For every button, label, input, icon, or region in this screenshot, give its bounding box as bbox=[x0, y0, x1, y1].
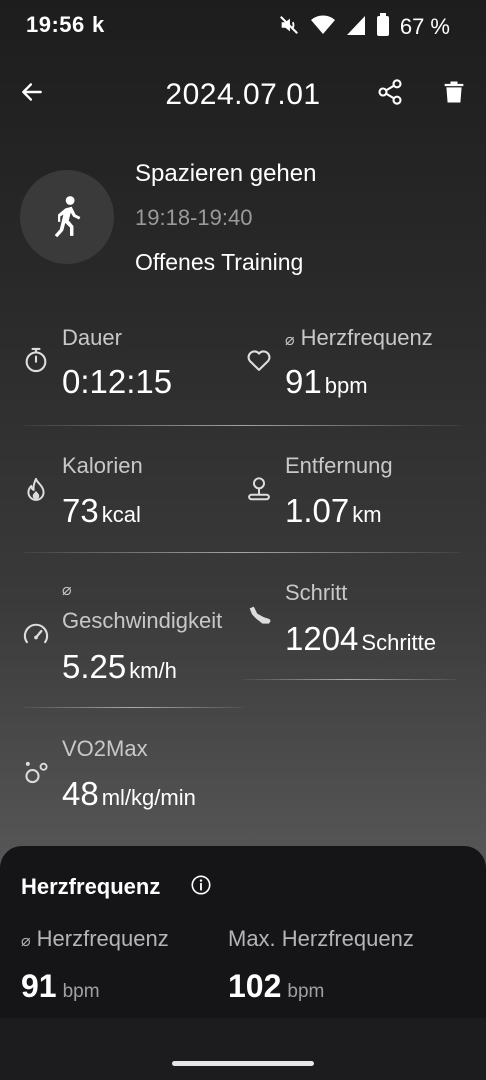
avg-heart-rate-label: ⌀ Herzfrequenz bbox=[285, 325, 433, 350]
app-notification-k-icon: k bbox=[92, 12, 105, 37]
steps-value: 1204 Schritte bbox=[285, 620, 437, 657]
speed-label: Geschwindigkeit bbox=[62, 608, 223, 633]
max-heart-rate-label: Max. Herzfrequenz bbox=[228, 926, 414, 951]
home-indicator[interactable] bbox=[172, 1061, 314, 1066]
heart-icon bbox=[247, 350, 271, 371]
battery-icon bbox=[376, 12, 390, 42]
max-heart-rate-value: 102 bpm bbox=[228, 968, 325, 1004]
vo2max-label: VO2Max bbox=[62, 736, 148, 761]
divider bbox=[24, 425, 460, 426]
sheet-footer bbox=[0, 1018, 486, 1080]
battery-percent: 67 % bbox=[399, 14, 450, 39]
walking-person-icon bbox=[54, 196, 81, 238]
speed-value: 5.25 km/h bbox=[62, 648, 177, 685]
activity-time-range: 19:18-19:40 bbox=[135, 205, 253, 230]
status-time: 19:56 bbox=[26, 12, 85, 37]
heart-rate-card: Herzfrequenz ⌀ Herzfrequenz Max. Herzfreq… bbox=[0, 846, 486, 1080]
distance-value: 1.07 km bbox=[285, 492, 382, 529]
stopwatch-icon bbox=[25, 347, 47, 373]
status-bar: 19:56 k 67 % bbox=[0, 0, 486, 56]
location-pin-icon bbox=[248, 477, 270, 501]
divider bbox=[243, 679, 457, 680]
status-icons: 67 % bbox=[278, 12, 450, 42]
steps-label: Schritt bbox=[285, 580, 348, 605]
share-button[interactable] bbox=[376, 78, 408, 110]
wifi-icon bbox=[310, 14, 336, 41]
avg-heart-rate-value: 91 bpm bbox=[285, 363, 368, 400]
duration-label: Dauer bbox=[62, 325, 122, 350]
divider bbox=[24, 552, 460, 553]
bubbles-icon bbox=[25, 761, 48, 784]
mute-icon bbox=[278, 14, 300, 41]
flame-icon bbox=[27, 477, 45, 501]
page-title: 2024.07.01 bbox=[165, 78, 321, 111]
avg-heart-rate-card-label: ⌀ Herzfrequenz bbox=[21, 926, 169, 951]
speed-prefix: ⌀ bbox=[62, 582, 72, 599]
speedometer-icon bbox=[23, 623, 49, 644]
share-icon bbox=[378, 79, 402, 105]
divider bbox=[24, 707, 243, 708]
calories-label: Kalorien bbox=[62, 453, 143, 478]
shoe-icon bbox=[249, 606, 271, 624]
trash-icon bbox=[444, 81, 464, 103]
heart-rate-card-title: Herzfrequenz bbox=[21, 874, 161, 899]
avg-heart-rate-card-value: 91 bpm bbox=[21, 968, 100, 1004]
info-icon[interactable] bbox=[190, 874, 212, 896]
duration-value: 0:12:15 bbox=[62, 363, 173, 400]
delete-button[interactable] bbox=[440, 78, 472, 110]
activity-name: Spazieren gehen bbox=[135, 160, 317, 187]
activity-type: Offenes Training bbox=[135, 249, 304, 275]
activity-avatar bbox=[20, 170, 114, 264]
vo2max-value: 48 ml/kg/min bbox=[62, 775, 196, 812]
distance-label: Entfernung bbox=[285, 453, 393, 478]
signal-icon bbox=[346, 14, 366, 41]
calories-value: 73 kcal bbox=[62, 492, 141, 529]
app-bar: 2024.07.01 bbox=[0, 60, 486, 132]
